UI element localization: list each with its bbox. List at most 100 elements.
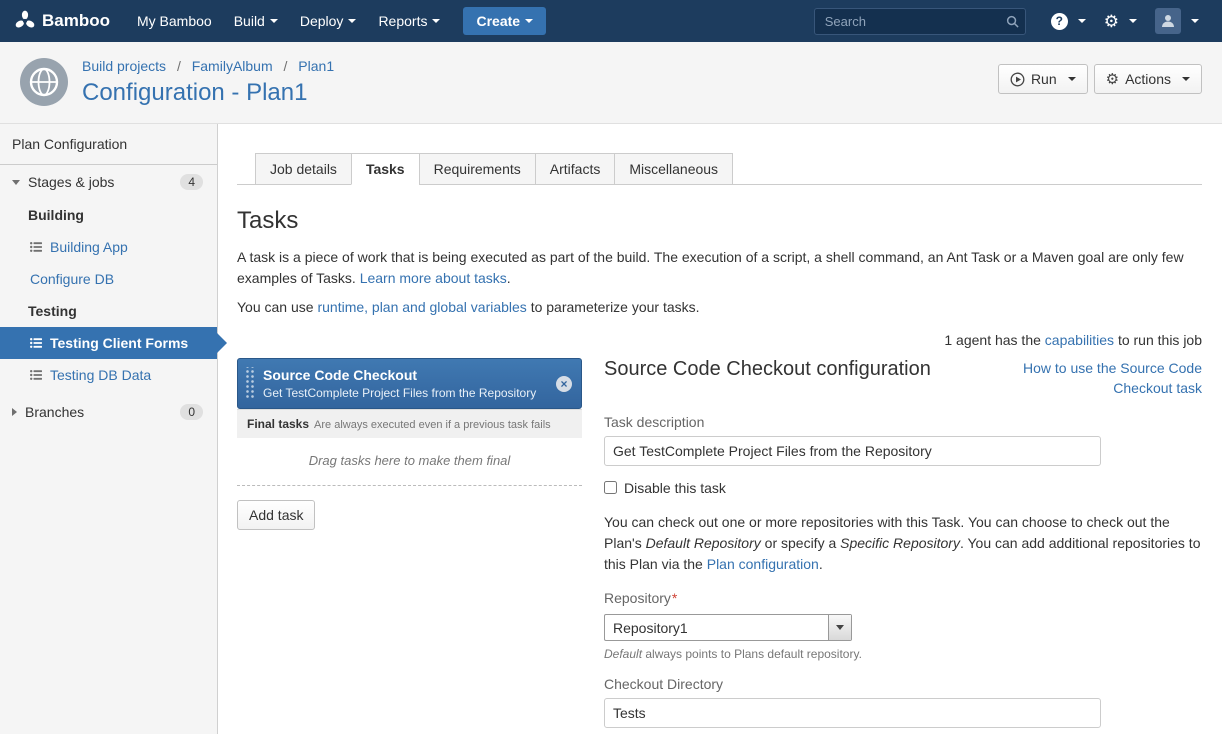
chevron-right-icon (12, 408, 17, 416)
disable-task-row[interactable]: Disable this task (604, 480, 1202, 496)
top-navbar: Bamboo My Bamboo Build Deploy Reports Cr… (0, 0, 1222, 42)
tab-tasks[interactable]: Tasks (351, 153, 420, 185)
chevron-down-icon (1182, 77, 1190, 81)
sidebar-title: Plan Configuration (0, 124, 217, 165)
sidebar-item-testing-client-forms[interactable]: Testing Client Forms (0, 327, 217, 359)
header-text: Build projects / FamilyAlbum / Plan1 Con… (82, 58, 334, 107)
repository-help-text: Default always points to Plans default r… (604, 647, 1202, 661)
breadcrumb-separator: / (177, 58, 181, 74)
repository-explanation-text: You can check out one or more repositori… (604, 512, 1202, 575)
user-menu[interactable] (1146, 0, 1208, 42)
chevron-down-icon (836, 625, 844, 630)
sidebar-stage-building: Building (0, 199, 217, 231)
config-title: Source Code Checkout configuration (604, 358, 931, 381)
close-icon[interactable]: × (556, 376, 572, 392)
drag-handle-icon[interactable] (244, 367, 254, 400)
play-circle-icon (1010, 72, 1025, 87)
disable-task-checkbox[interactable] (604, 481, 617, 494)
plan-avatar-icon (20, 58, 68, 109)
variables-link[interactable]: runtime, plan and global variables (317, 299, 526, 315)
plan-configuration-link[interactable]: Plan configuration (707, 556, 819, 572)
capabilities-link[interactable]: capabilities (1045, 332, 1114, 348)
breadcrumb: Build projects / FamilyAlbum / Plan1 (82, 58, 334, 74)
breadcrumb-plan1[interactable]: Plan1 (298, 58, 334, 74)
task-panels: Source Code Checkout Get TestComplete Pr… (237, 358, 1202, 734)
create-button[interactable]: Create (463, 7, 546, 35)
tasks-heading: Tasks (237, 207, 1202, 235)
chevron-down-icon (1129, 19, 1137, 23)
how-to-use-link[interactable]: How to use the Source Code Checkout task (1002, 358, 1202, 399)
task-list-panel: Source Code Checkout Get TestComplete Pr… (237, 358, 582, 530)
task-card-subtitle: Get TestComplete Project Files from the … (263, 386, 536, 400)
page-header: Build projects / FamilyAlbum / Plan1 Con… (0, 42, 1222, 124)
chevron-down-icon (1078, 19, 1086, 23)
job-list-icon (30, 242, 42, 252)
bamboo-home-link[interactable]: Bamboo (14, 10, 110, 32)
agent-capabilities-note: 1 agent has the capabilities to run this… (237, 332, 1202, 348)
sidebar-stages-jobs[interactable]: Stages & jobs 4 (0, 165, 217, 199)
disable-task-label: Disable this task (624, 480, 726, 496)
variables-intro-text: You can use runtime, plan and global var… (237, 297, 1202, 318)
final-tasks-dropzone[interactable]: Drag tasks here to make them final (237, 438, 582, 486)
checkout-directory-label: Checkout Directory (604, 676, 1202, 692)
gear-icon: ⚙ (1106, 72, 1119, 87)
tasks-intro-text: A task is a piece of work that is being … (237, 247, 1202, 289)
tab-miscellaneous[interactable]: Miscellaneous (614, 153, 733, 185)
task-config-panel: Source Code Checkout configuration How t… (604, 358, 1202, 734)
chevron-down-icon (525, 19, 533, 23)
learn-more-about-tasks-link[interactable]: Learn more about tasks (360, 270, 507, 286)
task-description-label: Task description (604, 414, 1202, 430)
stages-count-badge: 4 (180, 174, 203, 190)
branches-count-badge: 0 (180, 404, 203, 420)
admin-menu[interactable]: ⚙ (1095, 0, 1146, 42)
task-card-text: Source Code Checkout Get TestComplete Pr… (263, 367, 536, 400)
required-asterisk: * (672, 590, 677, 606)
sidebar-stage-testing: Testing (0, 295, 217, 327)
help-menu[interactable]: ? (1042, 0, 1095, 42)
add-task-button[interactable]: Add task (237, 500, 315, 530)
tab-job-details[interactable]: Job details (255, 153, 352, 185)
chevron-down-icon (1191, 19, 1199, 23)
repository-select[interactable]: Repository1 (604, 614, 852, 641)
repository-select-value: Repository1 (605, 615, 828, 640)
sidebar-item-configure-db[interactable]: Configure DB (0, 263, 217, 295)
search-icon (1006, 15, 1019, 28)
gear-icon: ⚙ (1104, 13, 1119, 30)
tab-requirements[interactable]: Requirements (419, 153, 536, 185)
sidebar: Plan Configuration Stages & jobs 4 Build… (0, 124, 218, 734)
run-button[interactable]: Run (998, 64, 1088, 94)
search-input[interactable] (814, 8, 1026, 35)
chevron-down-icon (12, 180, 20, 185)
tabs-bar: Job details Tasks Requirements Artifacts… (237, 152, 1202, 185)
task-description-input[interactable] (604, 436, 1101, 466)
task-card-title: Source Code Checkout (263, 367, 536, 383)
page-title: Configuration - Plan1 (82, 79, 334, 107)
task-card-source-code-checkout[interactable]: Source Code Checkout Get TestComplete Pr… (237, 358, 582, 409)
nav-reports-menu[interactable]: Reports (367, 0, 451, 42)
chevron-down-icon (270, 19, 278, 23)
help-icon: ? (1051, 13, 1068, 30)
search-box (814, 8, 1026, 35)
header-actions: Run ⚙ Actions (998, 64, 1202, 94)
actions-button[interactable]: ⚙ Actions (1094, 64, 1202, 94)
nav-deploy-menu[interactable]: Deploy (289, 0, 368, 42)
breadcrumb-familyalbum[interactable]: FamilyAlbum (192, 58, 273, 74)
nav-build-menu[interactable]: Build (223, 0, 289, 42)
final-tasks-label: Final tasks (247, 417, 309, 431)
sidebar-branches[interactable]: Branches 0 (0, 395, 217, 429)
config-header: Source Code Checkout configuration How t… (604, 358, 1202, 399)
breadcrumb-separator: / (284, 58, 288, 74)
content-area: Job details Tasks Requirements Artifacts… (218, 124, 1222, 734)
final-tasks-description: Are always executed even if a previous t… (314, 419, 551, 431)
chevron-down-icon (348, 19, 356, 23)
repository-label: Repository* (604, 590, 1202, 606)
sidebar-item-building-app[interactable]: Building App (0, 231, 217, 263)
breadcrumb-build-projects[interactable]: Build projects (82, 58, 166, 74)
sidebar-item-testing-db-data[interactable]: Testing DB Data (0, 359, 217, 391)
checkout-directory-input[interactable] (604, 698, 1101, 728)
tab-artifacts[interactable]: Artifacts (535, 153, 616, 185)
nav-my-bamboo[interactable]: My Bamboo (126, 0, 223, 42)
final-tasks-header: Final tasks Are always executed even if a… (237, 409, 582, 438)
bamboo-logo-icon (14, 10, 36, 32)
select-dropdown-button[interactable] (828, 615, 851, 640)
